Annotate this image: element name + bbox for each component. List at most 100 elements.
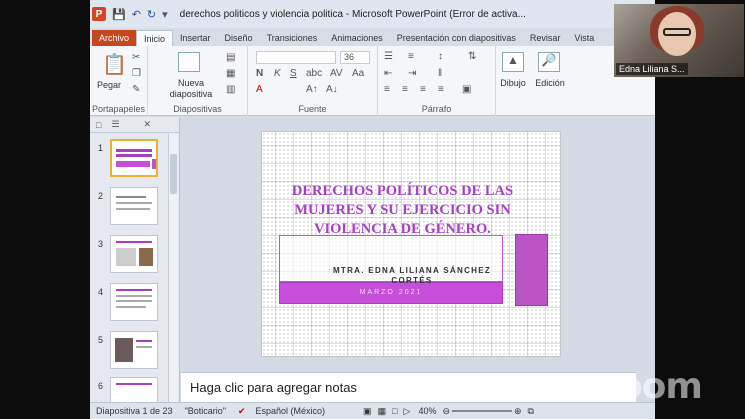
new-slide-button[interactable]: Nueva diapositiva bbox=[156, 78, 226, 100]
participant-glasses bbox=[663, 28, 691, 36]
section-icon[interactable]: ▥ bbox=[226, 84, 235, 95]
thumbnail-row[interactable]: 1 bbox=[90, 137, 170, 181]
slide-thumbnail[interactable] bbox=[110, 377, 158, 402]
slide-thumbnail[interactable] bbox=[110, 283, 158, 321]
text-direction-icon[interactable]: ⇅ bbox=[468, 51, 476, 62]
tab-animaciones[interactable]: Animaciones bbox=[324, 30, 390, 46]
decorative-block[interactable] bbox=[515, 234, 548, 306]
slideshow-view-icon[interactable]: ▷ bbox=[404, 406, 411, 417]
save-icon[interactable]: 💾 bbox=[112, 8, 126, 21]
decrease-indent-icon[interactable]: ⇤ bbox=[384, 68, 392, 79]
thumbnail-row[interactable]: 3 bbox=[90, 233, 170, 277]
slide-title[interactable]: DERECHOS POLÍTICOS DE LAS MUJERES Y SU E… bbox=[280, 182, 525, 239]
thumbnail-number: 4 bbox=[98, 287, 104, 297]
thumbnail-row[interactable]: 6 bbox=[90, 375, 170, 402]
align-left-icon[interactable]: ≡ bbox=[384, 84, 390, 95]
cut-icon[interactable]: ✂ bbox=[132, 52, 140, 63]
layout-icon[interactable]: ▤ bbox=[226, 52, 235, 63]
new-slide-icon[interactable] bbox=[178, 52, 200, 72]
shrink-font-icon[interactable]: A↓ bbox=[326, 84, 338, 95]
shapes-icon[interactable]: ▲ bbox=[502, 52, 524, 72]
window-title: derechos politicos y violencia politica … bbox=[179, 8, 526, 20]
scroll-thumb[interactable] bbox=[170, 154, 177, 194]
paste-icon[interactable]: 📋 bbox=[102, 52, 127, 77]
bullets-icon[interactable]: ☰ bbox=[384, 51, 393, 62]
tab-archivo[interactable]: Archivo bbox=[92, 30, 137, 46]
align-center-icon[interactable]: ≡ bbox=[402, 84, 408, 95]
grow-font-icon[interactable]: A↑ bbox=[306, 84, 318, 95]
sorter-view-icon[interactable]: ▦ bbox=[378, 406, 387, 417]
zoom-in-icon[interactable]: ⊕ bbox=[514, 406, 522, 417]
ribbon-tabs: Archivo Inicio Insertar Diseño Transicio… bbox=[90, 28, 655, 46]
find-icon[interactable]: 🔎 bbox=[538, 52, 560, 72]
line-spacing-icon[interactable]: ↕ bbox=[438, 51, 443, 62]
numbering-icon[interactable]: ≡ bbox=[408, 51, 414, 62]
format-painter-icon[interactable]: ✎ bbox=[132, 84, 140, 95]
video-thumbnail[interactable]: Edna Liliana S... bbox=[614, 4, 744, 77]
powerpoint-window: P 💾 ↶ ↻ ▾ derechos politicos y violencia… bbox=[90, 0, 655, 419]
reset-icon[interactable]: ▦ bbox=[226, 68, 235, 79]
fit-to-window-icon[interactable]: ⧉ bbox=[528, 406, 534, 417]
slide-thumbnail[interactable] bbox=[110, 235, 158, 273]
redo-icon[interactable]: ↻ bbox=[147, 8, 156, 21]
italic-icon[interactable]: K bbox=[274, 68, 281, 79]
thumbnail-number: 2 bbox=[98, 191, 104, 201]
slide-thumbnail[interactable] bbox=[110, 187, 158, 225]
tab-inicio[interactable]: Inicio bbox=[136, 30, 174, 46]
tab-presentacion[interactable]: Presentación con diapositivas bbox=[390, 30, 523, 46]
clipboard-group: 📋 Pegar ✂ ❐ ✎ Portapapeles bbox=[90, 46, 148, 116]
drawing-group: ▲ Dibujo bbox=[496, 46, 530, 116]
language-indicator[interactable]: Español (México) bbox=[256, 406, 326, 416]
tab-insertar[interactable]: Insertar bbox=[173, 30, 218, 46]
tab-diseno[interactable]: Diseño bbox=[218, 30, 260, 46]
slide-author[interactable]: MTRA. EDNA LILIANA SÁNCHEZ CORTÉS bbox=[322, 266, 502, 286]
slide-editor: MARZO 2021 DERECHOS POLÍTICOS DE LAS MUJ… bbox=[181, 117, 645, 372]
undo-icon[interactable]: ↶ bbox=[132, 8, 141, 21]
editing-button[interactable]: Edición bbox=[530, 78, 570, 88]
reading-view-icon[interactable]: □ bbox=[392, 406, 397, 416]
thumbnail-row[interactable]: 2 bbox=[90, 185, 170, 229]
powerpoint-app-icon[interactable]: P bbox=[92, 7, 106, 21]
close-icon[interactable]: ✕ bbox=[144, 119, 152, 130]
underline-icon[interactable]: S bbox=[290, 68, 297, 79]
spellcheck-icon[interactable]: ✔ bbox=[238, 406, 246, 417]
thumbnail-row[interactable]: 4 bbox=[90, 281, 170, 325]
zoom-watermark: zoom bbox=[598, 366, 703, 407]
tab-revisar[interactable]: Revisar bbox=[523, 30, 568, 46]
align-right-icon[interactable]: ≡ bbox=[420, 84, 426, 95]
notes-pane[interactable]: Haga clic para agregar notas bbox=[181, 372, 636, 402]
current-slide[interactable]: MARZO 2021 DERECHOS POLÍTICOS DE LAS MUJ… bbox=[261, 131, 561, 357]
columns-icon[interactable]: ‖ bbox=[438, 68, 442, 79]
font-color-icon[interactable]: A bbox=[256, 84, 263, 95]
thumbnail-number: 1 bbox=[98, 143, 104, 153]
title-bar: P 💾 ↶ ↻ ▾ derechos politicos y violencia… bbox=[90, 0, 655, 28]
font-group: 36 N K S abc AV Aa A A↑ A↓ Fuente bbox=[248, 46, 378, 116]
thumbnail-row[interactable]: 5 bbox=[90, 329, 170, 373]
slide-thumbnail[interactable] bbox=[110, 331, 158, 369]
tab-transiciones[interactable]: Transiciones bbox=[260, 30, 325, 46]
tab-vista[interactable]: Vista bbox=[567, 30, 601, 46]
change-case-icon[interactable]: Aa bbox=[352, 68, 364, 79]
increase-indent-icon[interactable]: ⇥ bbox=[408, 68, 416, 79]
zoom-slider[interactable] bbox=[452, 410, 512, 412]
justify-icon[interactable]: ≡ bbox=[438, 84, 444, 95]
zoom-level[interactable]: 40% bbox=[418, 406, 436, 416]
outline-tab-icon[interactable]: ☰ bbox=[111, 119, 119, 130]
paste-button[interactable]: Pegar bbox=[94, 80, 124, 90]
slide-thumbnail[interactable] bbox=[110, 139, 158, 177]
bold-icon[interactable]: N bbox=[256, 68, 263, 79]
customize-icon[interactable]: ▾ bbox=[162, 8, 168, 21]
font-name-field[interactable] bbox=[256, 51, 336, 64]
zoom-out-icon[interactable]: ⊖ bbox=[442, 406, 450, 417]
normal-view-icon[interactable]: ▣ bbox=[363, 406, 372, 417]
clipboard-group-label: Portapapeles bbox=[91, 104, 146, 114]
slides-group: Nueva diapositiva ▤ ▦ ▥ Diapositivas bbox=[148, 46, 248, 116]
copy-icon[interactable]: ❐ bbox=[132, 68, 141, 79]
drawing-button[interactable]: Dibujo bbox=[496, 78, 530, 88]
slides-tab-icon[interactable]: □ bbox=[96, 120, 101, 130]
font-size-field[interactable]: 36 bbox=[340, 51, 370, 64]
strikethrough-icon[interactable]: abc bbox=[306, 68, 322, 79]
char-spacing-icon[interactable]: AV bbox=[330, 68, 343, 79]
thumbnail-scrollbar[interactable] bbox=[168, 134, 178, 402]
smartart-icon[interactable]: ▣ bbox=[462, 84, 471, 95]
